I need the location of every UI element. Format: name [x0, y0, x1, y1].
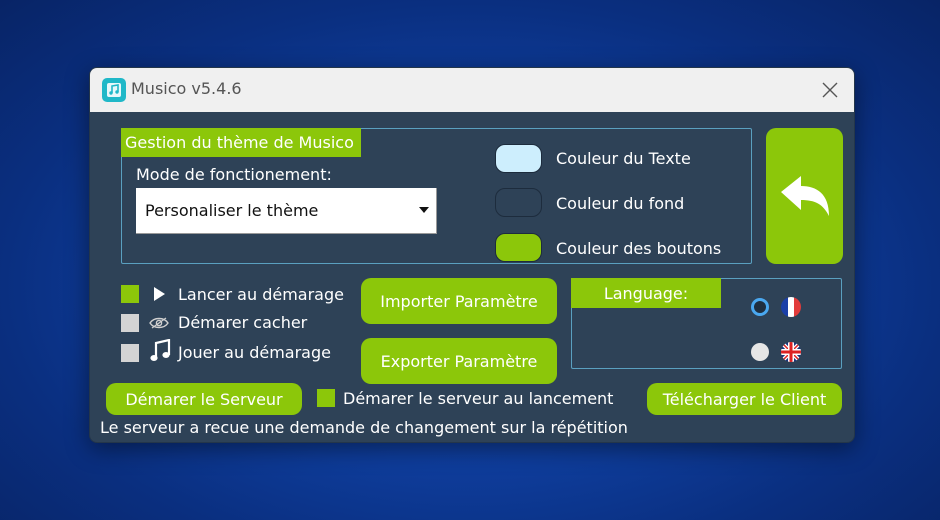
dropdown-arrow-icon: [419, 207, 429, 213]
language-panel-legend: Language:: [571, 278, 721, 308]
eye-icon: [148, 314, 170, 332]
play-startup-checkbox[interactable]: [121, 344, 139, 362]
launch-startup-label: Lancer au démarage: [178, 285, 344, 304]
mode-label: Mode de fonctionement:: [136, 165, 332, 184]
import-settings-button[interactable]: Importer Paramètre: [361, 278, 557, 324]
mode-select[interactable]: Personaliser le thème: [136, 188, 437, 234]
play-startup-label: Jouer au démarage: [178, 343, 331, 362]
main-window: Musico v5.4.6 Gestion du thème de Musico…: [89, 67, 855, 443]
button-color-swatch[interactable]: [495, 233, 542, 262]
close-icon: [822, 82, 838, 98]
undo-arrow-icon: [780, 176, 829, 216]
text-color-swatch[interactable]: [495, 144, 542, 173]
title-bar[interactable]: Musico v5.4.6: [90, 68, 854, 112]
background-color-label: Couleur du fond: [556, 194, 685, 213]
theme-panel-legend: Gestion du thème de Musico: [121, 128, 361, 157]
close-button[interactable]: [816, 76, 844, 104]
export-settings-button[interactable]: Exporter Paramètre: [361, 338, 557, 384]
language-english-radio[interactable]: [751, 343, 769, 361]
music-note-icon: [148, 338, 172, 364]
play-icon: [151, 285, 167, 303]
app-logo-icon: [102, 78, 126, 102]
language-french-radio[interactable]: [751, 298, 769, 316]
start-hidden-label: Démarer cacher: [178, 313, 308, 332]
download-client-button[interactable]: Télécharger le Client: [647, 383, 842, 415]
window-title: Musico v5.4.6: [131, 79, 242, 98]
background-color-swatch[interactable]: [495, 188, 542, 217]
text-color-label: Couleur du Texte: [556, 149, 691, 168]
launch-startup-checkbox[interactable]: [121, 285, 139, 303]
server-autostart-checkbox[interactable]: [317, 389, 335, 407]
france-flag-icon: [781, 297, 801, 317]
uk-flag-icon: [781, 342, 801, 362]
status-message: Le serveur a recue une demande de change…: [100, 418, 628, 437]
server-autostart-label: Démarer le serveur au lancement: [343, 389, 614, 408]
button-color-label: Couleur des boutons: [556, 239, 722, 258]
mode-select-value: Personaliser le thème: [145, 201, 319, 220]
start-server-button[interactable]: Démarer le Serveur: [106, 383, 302, 415]
start-hidden-checkbox[interactable]: [121, 314, 139, 332]
back-button[interactable]: [766, 128, 843, 264]
